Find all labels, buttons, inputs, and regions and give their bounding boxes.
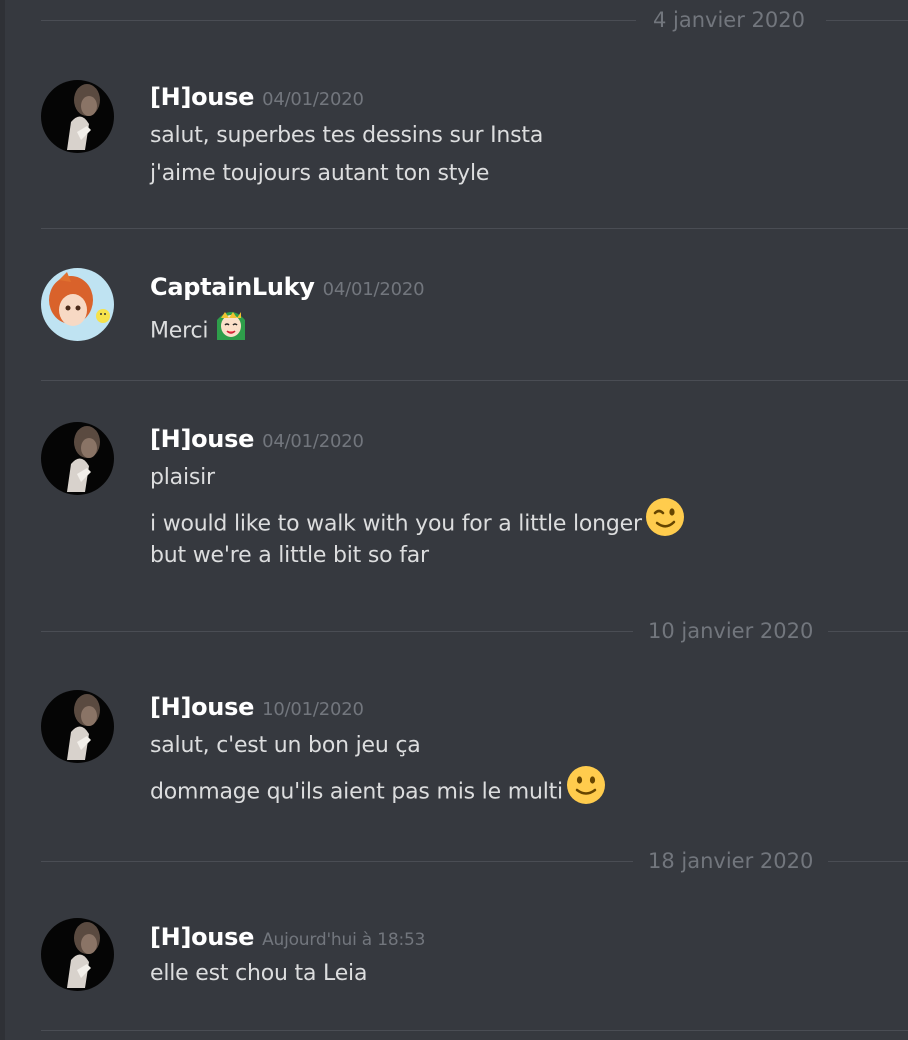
- message-text-row: Merci: [150, 312, 251, 344]
- message-text: salut, c'est un bon jeu ça: [150, 733, 421, 758]
- message-header: [H]ouse Aujourd'hui à 18:53: [150, 922, 425, 952]
- username[interactable]: [H]ouse: [150, 83, 254, 111]
- message-header: [H]ouse 04/01/2020: [150, 82, 364, 112]
- message-header: CaptainLuky 04/01/2020: [150, 272, 425, 302]
- username[interactable]: [H]ouse: [150, 923, 254, 951]
- divider-line: [41, 20, 636, 21]
- message-text: Merci: [150, 318, 209, 344]
- channel-sidebar-edge: [0, 0, 5, 1040]
- message-separator: [41, 1030, 908, 1031]
- username[interactable]: [H]ouse: [150, 693, 254, 721]
- message-text: plaisir: [150, 465, 215, 490]
- message-timestamp[interactable]: 04/01/2020: [262, 431, 364, 452]
- slightly-smiling-face-emoji-icon[interactable]: [566, 765, 606, 814]
- message-text-row: dommage qu'ils aient pas mis le multi: [150, 766, 606, 805]
- divider-line: [828, 861, 908, 862]
- captainluky-avatar-icon[interactable]: [41, 268, 114, 341]
- house-avatar-icon[interactable]: [41, 690, 114, 763]
- date-divider-label: 4 janvier 2020: [653, 8, 805, 32]
- message-header: [H]ouse 10/01/2020: [150, 692, 364, 722]
- message-text: j'aime toujours autant ton style: [150, 161, 490, 186]
- house-avatar-icon[interactable]: [41, 80, 114, 153]
- date-divider-label: 18 janvier 2020: [648, 849, 814, 873]
- message-separator: [41, 380, 908, 381]
- divider-line: [826, 20, 908, 21]
- divider-line: [41, 631, 633, 632]
- house-avatar-icon[interactable]: [41, 422, 114, 495]
- message-timestamp[interactable]: Aujourd'hui à 18:53: [262, 930, 425, 950]
- message-text: but we're a little bit so far: [150, 543, 429, 568]
- winking-face-emoji-icon[interactable]: [645, 497, 685, 546]
- username[interactable]: CaptainLuky: [150, 273, 315, 301]
- message-text-row: i would like to walk with you for a litt…: [150, 498, 685, 537]
- divider-line: [41, 861, 633, 862]
- divider-line: [828, 631, 908, 632]
- message-text: dommage qu'ils aient pas mis le multi: [150, 779, 563, 805]
- message-timestamp[interactable]: 04/01/2020: [323, 279, 425, 300]
- message-timestamp[interactable]: 04/01/2020: [262, 89, 364, 110]
- message-text: elle est chou ta Leia: [150, 961, 368, 986]
- message-text: i would like to walk with you for a litt…: [150, 511, 642, 537]
- message-separator: [41, 228, 908, 229]
- message-header: [H]ouse 04/01/2020: [150, 424, 364, 454]
- house-avatar-icon[interactable]: [41, 918, 114, 991]
- date-divider-label: 10 janvier 2020: [648, 619, 814, 643]
- anime-girl-emote-icon[interactable]: [211, 306, 251, 351]
- message-text: salut, superbes tes dessins sur Insta: [150, 123, 544, 148]
- username[interactable]: [H]ouse: [150, 425, 254, 453]
- message-timestamp[interactable]: 10/01/2020: [262, 699, 364, 720]
